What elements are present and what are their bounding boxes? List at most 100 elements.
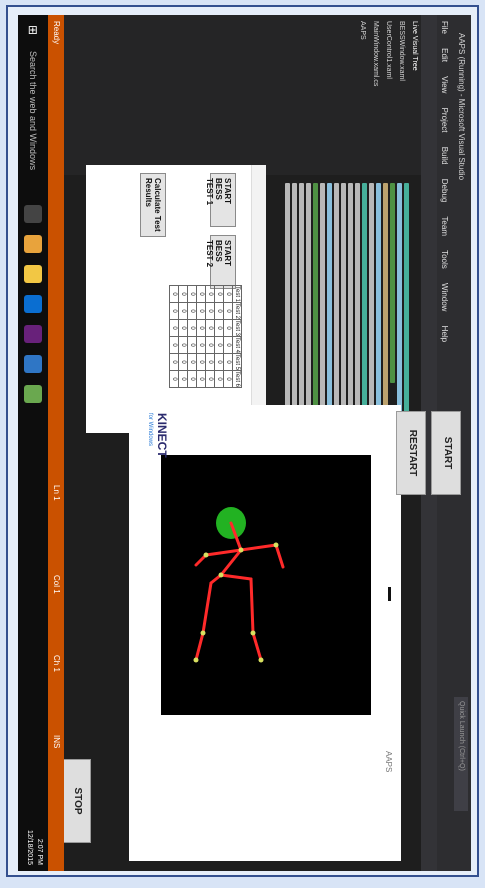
menu-tools[interactable]: Tools [440,250,449,269]
grid-cell: 0 [223,285,233,303]
grid-cell: 0 [178,302,188,320]
tree-item[interactable]: BESSWindow.xaml [395,15,408,175]
right-thigh-bone [201,581,213,635]
status-text: Ready [52,21,61,45]
menu-help[interactable]: Help [440,326,449,342]
grid-cell: 0 [196,302,206,320]
restart-button[interactable]: RESTART [396,411,426,495]
menu-file[interactable]: File [440,21,449,34]
grid-cell: 0 [214,370,224,388]
kinect-window: AAPS START RESTART KINECT for Windows [129,405,461,861]
status-line: Ln 1 [52,485,61,501]
grid-cell: 0 [223,370,233,388]
grid-cell: 0 [196,336,206,354]
grid-cell: 0 [169,302,179,320]
menu-team[interactable]: Team [440,216,449,236]
grid-cell: 0 [196,353,206,371]
menu-window[interactable]: Window [440,283,449,311]
browser-icon[interactable] [24,235,42,253]
grid-cell: 0 [169,319,179,337]
results-grid[interactable]: Test 1 Test 2 Test 3 Test 4 Test 5 Test … [169,285,242,388]
windows-taskbar: ⊞ Search the web and Windows 2:07 PM 12/… [18,15,48,871]
skeleton-figure [193,507,285,663]
status-col: Col 1 [52,575,61,594]
bess-form-window: START BESS TEST 1 START BESS TEST 2 Calc… [86,165,266,433]
grid-cell: 0 [169,353,179,371]
grid-cell: 0 [196,370,206,388]
joint-dot [250,630,256,636]
grid-cell: 0 [187,302,197,320]
left-arm-bone [239,543,278,552]
grid-cell: 0 [205,353,215,371]
grid-cell: 0 [187,353,197,371]
table-row: 0 0 0 0 0 0 [169,285,179,388]
grid-header: Test 4 [232,336,242,354]
grid-cell: 0 [214,319,224,337]
menu-edit[interactable]: Edit [440,48,449,62]
start-button[interactable]: START [431,411,461,495]
joint-dot [238,547,244,553]
taskbar-search[interactable]: Search the web and Windows [18,51,48,171]
left-shin-bone [251,631,263,662]
grid-cell: 0 [223,336,233,354]
kinect-logo: KINECT [155,413,169,458]
joint-dot [273,542,279,548]
joint-dot [218,572,224,578]
vs-title: AAPS (Running) - Microsoft Visual Studio [457,33,466,181]
tree-item[interactable]: MainWindow.xaml.cs [369,15,382,175]
grid-cell: 0 [178,370,188,388]
grid-cell: 0 [187,370,197,388]
quick-launch-input[interactable]: Quick Launch (Ctrl+Q) [454,697,468,811]
task-view-icon[interactable] [24,205,42,223]
grid-cell: 0 [205,285,215,303]
live-visual-tree-panel: Live Visual Tree BESSWindow.xaml UserCon… [61,15,421,175]
joint-dot [258,657,264,663]
grid-cell: 0 [214,336,224,354]
form-title-bar [251,165,266,433]
code-line [390,183,395,383]
grid-cell: 0 [214,302,224,320]
grid-cell: 0 [205,302,215,320]
windows-start-icon[interactable]: ⊞ [26,25,40,39]
grid-cell: 0 [214,353,224,371]
grid-cell: 0 [178,353,188,371]
hip-left-bone [219,573,253,581]
grid-cell: 0 [187,336,197,354]
start-bess-test-2-button[interactable]: START BESS TEST 2 [205,235,236,289]
grid-cell: 0 [178,285,188,303]
window-title: AAPS [384,751,393,773]
visual-studio-icon[interactable] [24,325,42,343]
store-icon[interactable] [24,295,42,313]
table-row: 0 0 0 0 0 0 [223,285,233,388]
grid-cell: 0 [205,336,215,354]
status-ins: INS [52,735,61,749]
grid-cell: 0 [196,285,206,303]
app-icon[interactable] [24,355,42,373]
tree-item[interactable]: AAPS [356,15,369,175]
start-bess-test-1-button[interactable]: START BESS TEST 1 [205,173,236,227]
photo-frame: AAPS (Running) - Microsoft Visual Studio… [6,5,479,877]
app-icon[interactable] [24,385,42,403]
menu-build[interactable]: Build [440,147,449,165]
table-row: 0 0 0 0 0 0 [214,285,224,388]
vs-status-bar: Ready Ln 1 Col 1 Ch 1 INS [48,15,64,871]
rotated-photo: AAPS (Running) - Microsoft Visual Studio… [18,15,471,871]
grid-header: Test 3 [232,319,242,337]
menu-project[interactable]: Project [440,108,449,133]
joint-dot [200,630,206,636]
menu-view[interactable]: View [440,76,449,93]
table-row: Test 1 Test 2 Test 3 Test 4 Test 5 Test … [232,285,242,388]
tree-item[interactable]: UserControl1.xaml [382,15,395,175]
left-thigh-bone [249,577,255,635]
clock-time: 2:07 PM [36,838,43,865]
stop-button[interactable]: STOP [61,759,91,843]
table-row: 0 0 0 0 0 0 [187,285,197,388]
clock-date: 12/18/2015 [26,829,33,865]
calculate-test-results-button[interactable]: Calculate Test Results [140,173,166,237]
grid-cell: 0 [223,302,233,320]
grid-cell: 0 [178,336,188,354]
explorer-icon[interactable] [24,265,42,283]
joint-dot [193,657,199,663]
menu-debug[interactable]: Debug [440,179,449,203]
skeleton-canvas [161,455,371,715]
